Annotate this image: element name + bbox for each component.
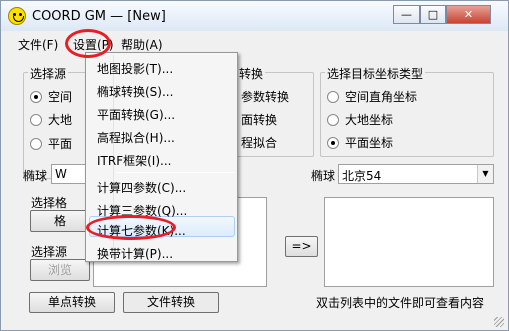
target-radio-geodetic[interactable]: 大地坐标 <box>327 111 393 128</box>
minimize-button[interactable]: — <box>393 5 420 24</box>
file-convert-tab[interactable]: 文件转换 <box>123 292 219 313</box>
radio-label: 平面坐标 <box>345 136 394 150</box>
target-radio-space[interactable]: 空间直角坐标 <box>327 88 417 105</box>
single-point-tab[interactable]: 单点转换 <box>29 292 115 313</box>
hint-text: 双击列表中的文件即可查看内容 <box>316 296 485 310</box>
radio-dot-icon <box>327 136 339 149</box>
radio-dot-icon <box>30 90 42 103</box>
menu-item-four-params[interactable]: 计算四参数(C)... <box>97 179 186 196</box>
target-type-group: 选择目标坐标类型 空间直角坐标 大地坐标 平面坐标 <box>320 65 494 157</box>
format-button[interactable]: 格 <box>30 210 90 232</box>
radio-dot-icon <box>30 113 42 126</box>
radio-label: 空间 <box>48 90 73 104</box>
transform-group-title: 转换 <box>237 65 266 82</box>
transform-option-plane[interactable]: 面转换 <box>241 111 277 128</box>
radio-label: 大地 <box>48 113 73 127</box>
close-button[interactable]: ✕ <box>446 5 491 24</box>
radio-label: 空间直角坐标 <box>345 90 418 104</box>
menu-item-plane-transform[interactable]: 平面转换(G)... <box>97 106 175 123</box>
red-annotation-circle <box>65 29 111 58</box>
title-bar[interactable]: COORD GM — [New] — □ ✕ <box>1 1 508 31</box>
chevron-down-icon[interactable]: ▼ <box>477 165 493 183</box>
radio-label: 平面 <box>48 137 73 151</box>
right-ellipsoid-select[interactable]: 北京54 ▼ <box>338 164 494 184</box>
transform-group: 转换 参数转换 面转换 程拟合 <box>230 65 314 157</box>
red-annotation-circle <box>86 215 176 240</box>
window-title: COORD GM — [New] <box>32 9 166 24</box>
choose-format-label: 选择格 <box>31 196 68 210</box>
browse-button[interactable]: 浏览 <box>30 259 90 281</box>
select-value: 北京54 <box>342 169 382 183</box>
select-value: W <box>55 167 67 181</box>
source-radio-geodetic[interactable]: 大地 <box>30 111 72 128</box>
menu-separator <box>116 172 234 173</box>
menu-file[interactable]: 文件(F) <box>18 36 58 53</box>
source-radio-space[interactable]: 空间 <box>30 88 72 105</box>
menu-help[interactable]: 帮助(A) <box>121 36 163 53</box>
source-group-title: 选择源 <box>28 65 69 82</box>
right-ellipsoid-label: 椭球 <box>311 169 336 183</box>
menu-item-zone-change[interactable]: 换带计算(P)... <box>97 245 173 262</box>
radio-label: 大地坐标 <box>345 113 394 127</box>
convert-arrow-button[interactable]: => <box>285 236 318 257</box>
menu-item-height-fit[interactable]: 高程拟合(H)... <box>97 129 175 146</box>
target-file-list[interactable] <box>324 197 494 287</box>
radio-dot-icon <box>327 90 339 103</box>
target-radio-plane[interactable]: 平面坐标 <box>327 134 393 151</box>
resize-grip-icon[interactable] <box>494 317 504 327</box>
choose-source-label: 选择源 <box>31 245 68 259</box>
transform-option-params[interactable]: 参数转换 <box>241 88 289 105</box>
transform-option-fit[interactable]: 程拟合 <box>241 134 277 151</box>
radio-dot-icon <box>327 113 339 126</box>
target-group-title: 选择目标坐标类型 <box>325 65 426 82</box>
menu-item-itrf[interactable]: ITRF框架(I)... <box>97 152 171 169</box>
source-radio-plane[interactable]: 平面 <box>30 135 72 152</box>
menu-item-map-projection[interactable]: 地图投影(T)... <box>97 60 173 77</box>
maximize-button[interactable]: □ <box>420 5 446 24</box>
radio-dot-icon <box>30 137 42 150</box>
left-ellipsoid-label: 椭球 <box>23 169 48 183</box>
smiley-app-icon <box>8 7 26 25</box>
menu-item-ellipsoid-transform[interactable]: 椭球转换(S)... <box>97 83 173 100</box>
source-type-group: 选择源 空间 大地 平面 <box>23 65 93 179</box>
